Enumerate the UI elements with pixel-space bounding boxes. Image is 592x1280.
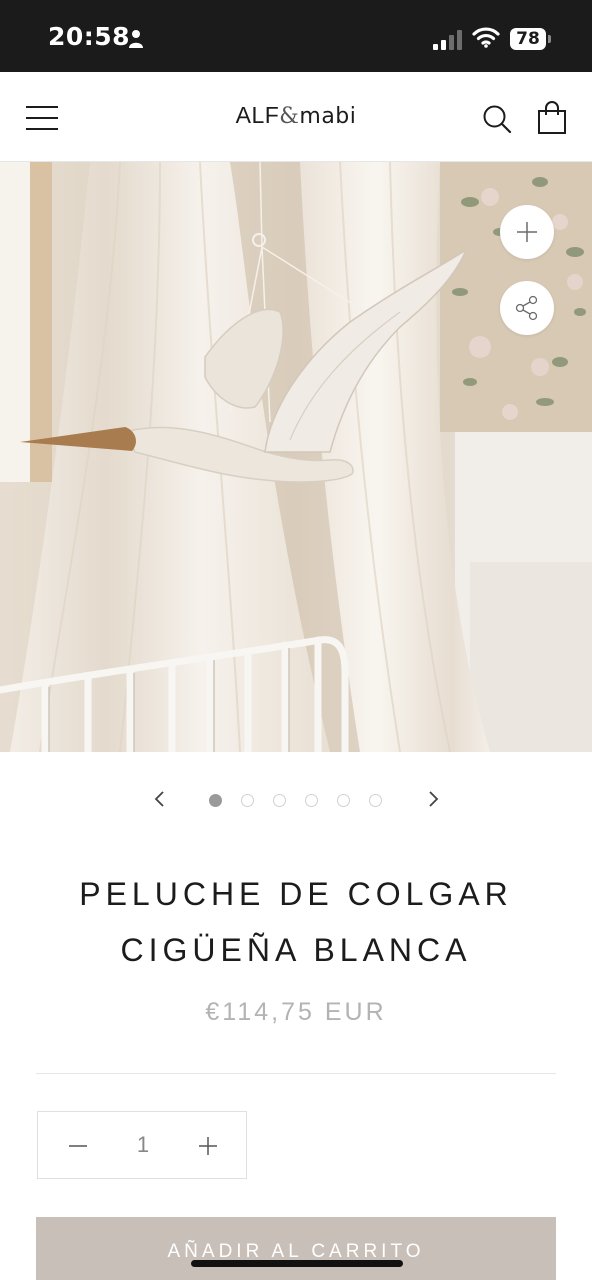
logo-ampersand: & xyxy=(279,104,300,129)
gallery-dot[interactable] xyxy=(305,794,318,807)
gallery-dot[interactable] xyxy=(369,794,382,807)
wifi-icon xyxy=(472,27,500,48)
gallery-dot[interactable] xyxy=(337,794,350,807)
shopping-bag-icon[interactable] xyxy=(537,101,567,135)
divider xyxy=(36,1073,556,1074)
gallery-dot[interactable] xyxy=(209,794,222,807)
status-time: 20:58 xyxy=(48,22,131,51)
search-icon[interactable] xyxy=(482,104,512,134)
battery-icon: 78 xyxy=(510,28,552,50)
site-header: ALF&mabi xyxy=(0,72,592,228)
add-to-cart-button[interactable]: AÑADIR AL CARRITO xyxy=(36,1217,556,1280)
zoom-button[interactable] xyxy=(500,205,554,259)
chevron-right-icon[interactable] xyxy=(423,788,443,810)
person-icon xyxy=(129,30,143,48)
gallery-pager xyxy=(0,780,592,820)
quantity-value[interactable]: 1 xyxy=(118,1132,168,1158)
home-indicator[interactable] xyxy=(191,1260,403,1267)
product-title: PELUCHE DE COLGAR CIGÜEÑA BLANCA xyxy=(20,866,572,978)
plus-icon[interactable] xyxy=(196,1134,220,1158)
minus-icon[interactable] xyxy=(66,1134,90,1158)
share-button[interactable] xyxy=(500,281,554,335)
chevron-left-icon[interactable] xyxy=(150,788,170,810)
product-price: €114,75 EUR xyxy=(205,998,387,1026)
status-bar: 20:58 78 xyxy=(0,0,592,72)
share-icon xyxy=(515,295,538,321)
cellular-signal-icon xyxy=(433,30,462,50)
product-title-line2: CIGÜEÑA BLANCA xyxy=(120,932,472,968)
gallery-dot[interactable] xyxy=(241,794,254,807)
quantity-stepper: 1 xyxy=(37,1111,247,1179)
product-image-gallery[interactable] xyxy=(0,162,592,752)
plus-icon xyxy=(517,222,537,242)
product-title-line1: PELUCHE DE COLGAR xyxy=(79,876,513,912)
logo-mabi: mabi xyxy=(299,104,357,129)
gallery-dot[interactable] xyxy=(273,794,286,807)
logo-alf: ALF xyxy=(235,102,280,128)
battery-level: 78 xyxy=(510,28,546,50)
